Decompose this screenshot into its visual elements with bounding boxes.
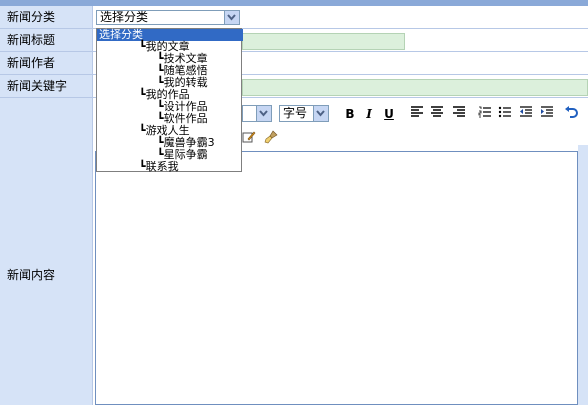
bold-button[interactable]: B (341, 105, 359, 123)
category-label: 新闻分类 (7, 10, 56, 24)
row-divider (0, 51, 588, 52)
outdent-icon[interactable] (517, 105, 535, 123)
undo-icon[interactable] (562, 105, 580, 123)
chevron-down-icon[interactable] (224, 11, 239, 24)
title-label: 新闻标题 (7, 33, 56, 47)
unordered-list-icon[interactable] (496, 105, 514, 123)
align-right-icon[interactable] (450, 105, 468, 123)
underline-button[interactable]: U (380, 105, 398, 123)
author-label: 新闻作者 (7, 56, 56, 70)
content-label: 新闻内容 (7, 268, 56, 282)
content-editor[interactable] (95, 151, 578, 405)
category-option[interactable]: ┗软件作品 (97, 113, 301, 125)
news-form: 新闻分类 新闻标题 新闻作者 新闻关键字 新闻内容 选择分类 选择分类 ┗我的文… (0, 6, 588, 405)
indent-icon[interactable] (538, 105, 556, 123)
category-option[interactable]: ┗星际争霸 (97, 149, 301, 161)
chevron-down-icon[interactable] (313, 106, 328, 121)
align-center-icon[interactable] (428, 105, 446, 123)
category-select[interactable]: 选择分类 (96, 10, 240, 25)
category-option[interactable]: ┗联系我 (97, 161, 283, 173)
align-left-icon[interactable] (408, 105, 426, 123)
category-option[interactable]: ┗我的转载 (97, 77, 301, 89)
editor-side-strip (578, 145, 588, 405)
category-select-value: 选择分类 (100, 10, 149, 24)
italic-button[interactable]: I (360, 105, 378, 123)
category-dropdown-list[interactable]: 选择分类 ┗我的文章 ┗技术文章 ┗随笔感悟 ┗我的转载 ┗我的作品 ┗设计作品… (96, 28, 243, 173)
ordered-list-icon[interactable] (476, 105, 494, 123)
row-divider (0, 97, 588, 98)
keywords-label: 新闻关键字 (7, 79, 68, 93)
row-divider (0, 28, 588, 29)
